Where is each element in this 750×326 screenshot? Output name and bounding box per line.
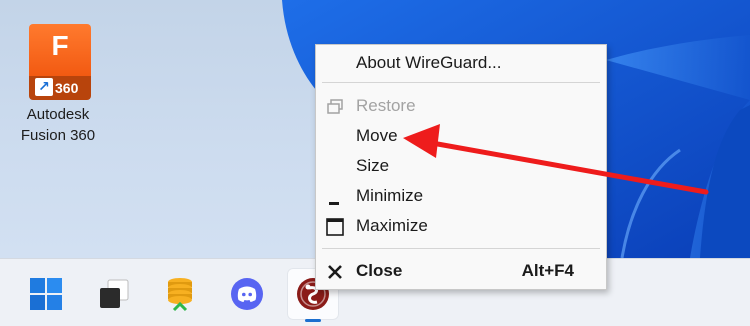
- desktop-icon-label: Autodesk Fusion 360: [20, 106, 96, 144]
- desktop-shortcut-fusion-360[interactable]: F 360 ↗ Autodesk Fusion 360: [8, 24, 108, 146]
- start-button[interactable]: [20, 268, 72, 320]
- menu-item-label: Move: [356, 126, 398, 145]
- menu-separator: [322, 82, 600, 83]
- taskbar-app-discord[interactable]: [221, 268, 273, 320]
- menu-item-size[interactable]: Size: [316, 152, 606, 180]
- close-icon: [328, 265, 342, 279]
- menu-item-accelerator: Alt+F4: [521, 261, 574, 280]
- coins-icon: [168, 278, 192, 312]
- restore-icon: [327, 99, 343, 114]
- menu-item-label: About WireGuard...: [356, 53, 502, 72]
- taskbar-app-coins[interactable]: [154, 268, 206, 320]
- maximize-icon: [326, 218, 344, 236]
- menu-item-label: Restore: [356, 96, 416, 115]
- menu-item-about[interactable]: About WireGuard...: [316, 49, 606, 77]
- autodesk-fusion-360-icon: F 360 ↗: [25, 24, 91, 100]
- menu-separator: [322, 248, 600, 249]
- task-view-icon: [100, 279, 129, 308]
- discord-icon: [231, 278, 263, 310]
- active-app-indicator: [305, 319, 321, 322]
- menu-item-label: Maximize: [356, 216, 428, 235]
- menu-item-label: Close: [356, 261, 403, 280]
- menu-item-minimize[interactable]: Minimize: [316, 182, 606, 210]
- menu-item-maximize[interactable]: Maximize: [316, 212, 606, 240]
- minimize-icon: [329, 202, 339, 205]
- windows-logo-icon: [30, 278, 62, 310]
- menu-item-move[interactable]: Move: [316, 122, 606, 150]
- menu-item-label: Minimize: [356, 186, 424, 205]
- menu-item-restore[interactable]: Restore: [316, 92, 606, 120]
- system-context-menu: About WireGuard... Restore Move Size Min…: [315, 44, 607, 290]
- menu-item-label: Size: [356, 156, 390, 175]
- menu-item-close[interactable]: Close Alt+F4: [316, 257, 606, 285]
- task-view-button[interactable]: [88, 268, 140, 320]
- shortcut-arrow-icon: ↗: [35, 78, 53, 96]
